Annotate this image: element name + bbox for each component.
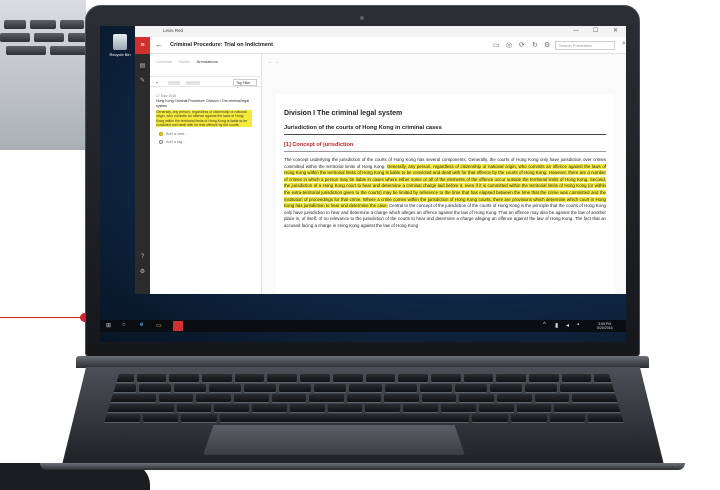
laptop-screen: Recycle Bin Lexis Red — ☐ ✕ ← Criminal P… [100, 26, 626, 342]
recycle-bin-label: Recycle Bin [109, 52, 131, 57]
keyboard-row [104, 374, 624, 382]
filter-chip[interactable] [168, 81, 180, 85]
clock-date: 5/20/2016 [597, 326, 613, 330]
callout-line [0, 317, 84, 318]
close-button[interactable]: ✕ [613, 27, 618, 35]
share-icon[interactable]: ⟳ [519, 41, 525, 49]
recycle-bin[interactable]: Recycle Bin [109, 34, 131, 57]
section-rule [284, 151, 606, 152]
book-icon[interactable]: ▭ [493, 41, 500, 49]
sync-icon[interactable]: ↻ [532, 41, 538, 49]
search-icon[interactable]: ○ [122, 322, 126, 328]
laptop-touchpad [203, 425, 465, 455]
edge-icon[interactable]: e [140, 322, 143, 328]
search-icon[interactable]: ⌕ [622, 40, 626, 48]
app-window: Lexis Red — ☐ ✕ ← Criminal Procedure: Tr… [135, 26, 626, 294]
maximize-button[interactable]: ☐ [593, 27, 598, 35]
file-explorer-icon[interactable]: ▭ [156, 322, 162, 329]
section-heading: [1] Concept of jurisdiction [284, 142, 354, 148]
lexis-red-taskbar-icon[interactable] [173, 321, 183, 331]
jurisdiction-heading: Jurisdiction of the courts of Hong Kong … [284, 125, 442, 131]
keyboard-row [104, 384, 624, 392]
gear-icon[interactable]: ⚙ [135, 268, 150, 275]
filter-chip[interactable] [186, 81, 200, 85]
tab-notes[interactable]: Notes [179, 59, 189, 64]
windows-taskbar: ⊞ ○ e ▭ ^ ▮ ◂ ▪ 3:55 PM 5/20/2016 [100, 320, 626, 332]
webcam [360, 16, 364, 20]
heading-rule [284, 134, 606, 135]
window-titlebar: Lexis Red — ☐ ✕ [135, 26, 626, 37]
settings-icon[interactable]: ⚙ [544, 41, 550, 49]
back-button[interactable]: ← [155, 40, 163, 49]
document-nav[interactable]: ← → [268, 59, 279, 65]
keyboard-row [104, 394, 624, 402]
side-rail: ≡ ▤ ✎ ? ⚙ [135, 37, 150, 294]
chevron-up-icon[interactable]: ^ [543, 322, 546, 328]
taskbar-clock[interactable]: 3:55 PM 5/20/2016 [597, 322, 613, 330]
annotations-pane: Contents Notes Annotations ▾ Tag Filter … [150, 54, 262, 294]
tab-annotations[interactable]: Annotations [197, 59, 218, 64]
pen-icon[interactable]: ✎ [135, 77, 150, 84]
start-button[interactable]: ⊞ [106, 322, 111, 329]
keyboard-row [104, 404, 624, 412]
laptop-keyboard [104, 372, 624, 424]
document-title: Criminal Procedure: Trial on Indictment [170, 42, 273, 48]
tab-contents[interactable]: Contents [156, 59, 172, 64]
keyboard-row [104, 414, 624, 422]
minimize-button[interactable]: — [573, 27, 579, 35]
volume-icon[interactable]: ◂ [566, 322, 569, 329]
note-reference[interactable]: Hong Kong Criminal Procedure: Division I… [156, 99, 256, 108]
checkbox-icon [159, 132, 163, 136]
laptop-front-edge [40, 463, 685, 470]
checkbox-icon [159, 140, 163, 144]
laptop-promo-scene: Recycle Bin Lexis Red — ☐ ✕ ← Criminal P… [0, 0, 720, 490]
window-title: Lexis Red [163, 28, 184, 33]
add-tag-label: Add a tag... [166, 140, 186, 144]
highlighted-text[interactable]: Generally, any person, regardless of cit… [284, 163, 606, 209]
search-input[interactable]: Search Publication [555, 41, 615, 50]
notes-filter-bar: ▾ Tag Filter ⌄ [150, 76, 262, 89]
division-heading: Division I The criminal legal system [284, 110, 403, 117]
document-pane: ← → Division I The criminal legal system… [262, 54, 626, 294]
network-icon[interactable]: ▮ [555, 322, 558, 329]
sort-icon[interactable]: ▾ [156, 80, 158, 85]
add-tag-item[interactable]: Add a tag... [159, 140, 185, 144]
tag-filter-dropdown[interactable]: Tag Filter ⌄ [233, 79, 257, 89]
menu-icon[interactable]: ≡ [135, 37, 150, 54]
note-date: 17 May 2016 [156, 94, 177, 98]
notification-icon[interactable]: ▪ [577, 322, 579, 328]
note-highlight-excerpt[interactable]: Generally, any person, regardless of cit… [156, 110, 252, 128]
app-toolbar: ← Criminal Procedure: Trial on Indictmen… [135, 37, 626, 54]
help-icon[interactable]: ? [135, 254, 150, 260]
add-note-label: Add a note... [166, 132, 188, 136]
document-body[interactable]: The concept underlying the jurisdiction … [284, 157, 606, 293]
background-keyboard-photo [0, 0, 86, 150]
recycle-bin-icon [113, 34, 127, 50]
laptop-hinge [76, 356, 649, 368]
pane-tabs: Contents Notes Annotations [156, 59, 218, 64]
add-note-item[interactable]: Add a note... [159, 132, 188, 136]
highlight-icon[interactable]: ◎ [506, 41, 512, 49]
chevron-down-icon: ⌄ [236, 85, 239, 89]
library-icon[interactable]: ▤ [135, 62, 150, 69]
